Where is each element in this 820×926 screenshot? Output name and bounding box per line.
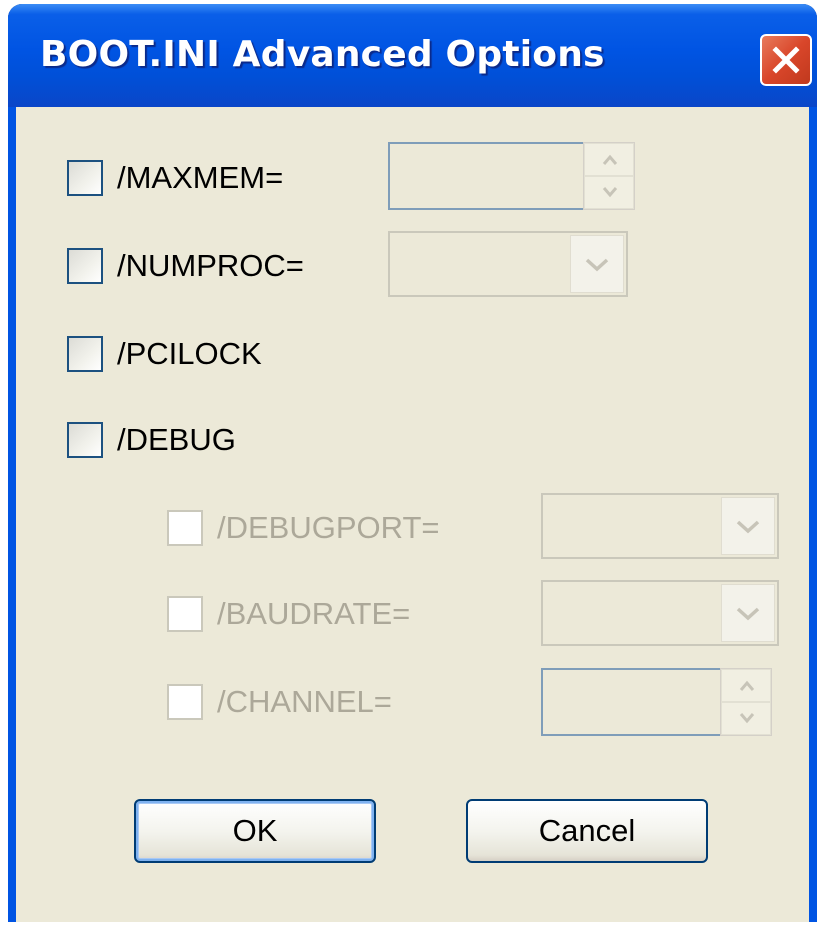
channel-label: /CHANNEL= (217, 684, 392, 719)
maxmem-label: /MAXMEM= (117, 160, 284, 195)
arrow-up-icon (739, 680, 755, 691)
baudrate-dropdown[interactable] (541, 580, 779, 646)
window-border-right (809, 107, 817, 922)
ok-button[interactable]: OK (134, 799, 376, 863)
close-icon (772, 46, 800, 74)
maxmem-checkbox[interactable] (67, 160, 103, 196)
window-title: BOOT.INI Advanced Options (40, 34, 605, 75)
maxmem-spin-down[interactable] (584, 176, 634, 209)
debug-checkbox[interactable] (67, 422, 103, 458)
debugport-label: /DEBUGPORT= (217, 510, 440, 545)
debugport-dropdown-button[interactable] (721, 497, 775, 555)
pcilock-label: /PCILOCK (117, 336, 262, 371)
baudrate-label: /BAUDRATE= (217, 596, 411, 631)
channel-input[interactable] (541, 668, 721, 736)
title-bar[interactable]: BOOT.INI Advanced Options (8, 4, 817, 107)
cancel-button[interactable]: Cancel (466, 799, 708, 863)
close-button[interactable] (760, 34, 812, 86)
chevron-down-icon (585, 258, 609, 272)
channel-checkbox[interactable] (167, 684, 203, 720)
maxmem-input[interactable] (388, 142, 584, 210)
channel-spin-down[interactable] (721, 702, 771, 735)
arrow-up-icon (602, 154, 618, 165)
maxmem-spin-up[interactable] (584, 143, 634, 176)
baudrate-checkbox[interactable] (167, 596, 203, 632)
debugport-checkbox[interactable] (167, 510, 203, 546)
chevron-down-icon (736, 607, 760, 621)
numproc-label: /NUMPROC= (117, 248, 304, 283)
debug-label: /DEBUG (117, 422, 236, 457)
channel-spin-buttons[interactable] (720, 668, 772, 736)
numproc-checkbox[interactable] (67, 248, 103, 284)
numproc-dropdown[interactable] (388, 231, 628, 297)
chevron-down-icon (736, 520, 760, 534)
numproc-dropdown-button[interactable] (570, 235, 624, 293)
maxmem-spin-buttons[interactable] (583, 142, 635, 210)
arrow-down-icon (739, 713, 755, 724)
arrow-down-icon (602, 187, 618, 198)
baudrate-dropdown-button[interactable] (721, 584, 775, 642)
pcilock-checkbox[interactable] (67, 336, 103, 372)
window-border-left (8, 107, 16, 922)
debugport-dropdown[interactable] (541, 493, 779, 559)
channel-spin-up[interactable] (721, 669, 771, 702)
